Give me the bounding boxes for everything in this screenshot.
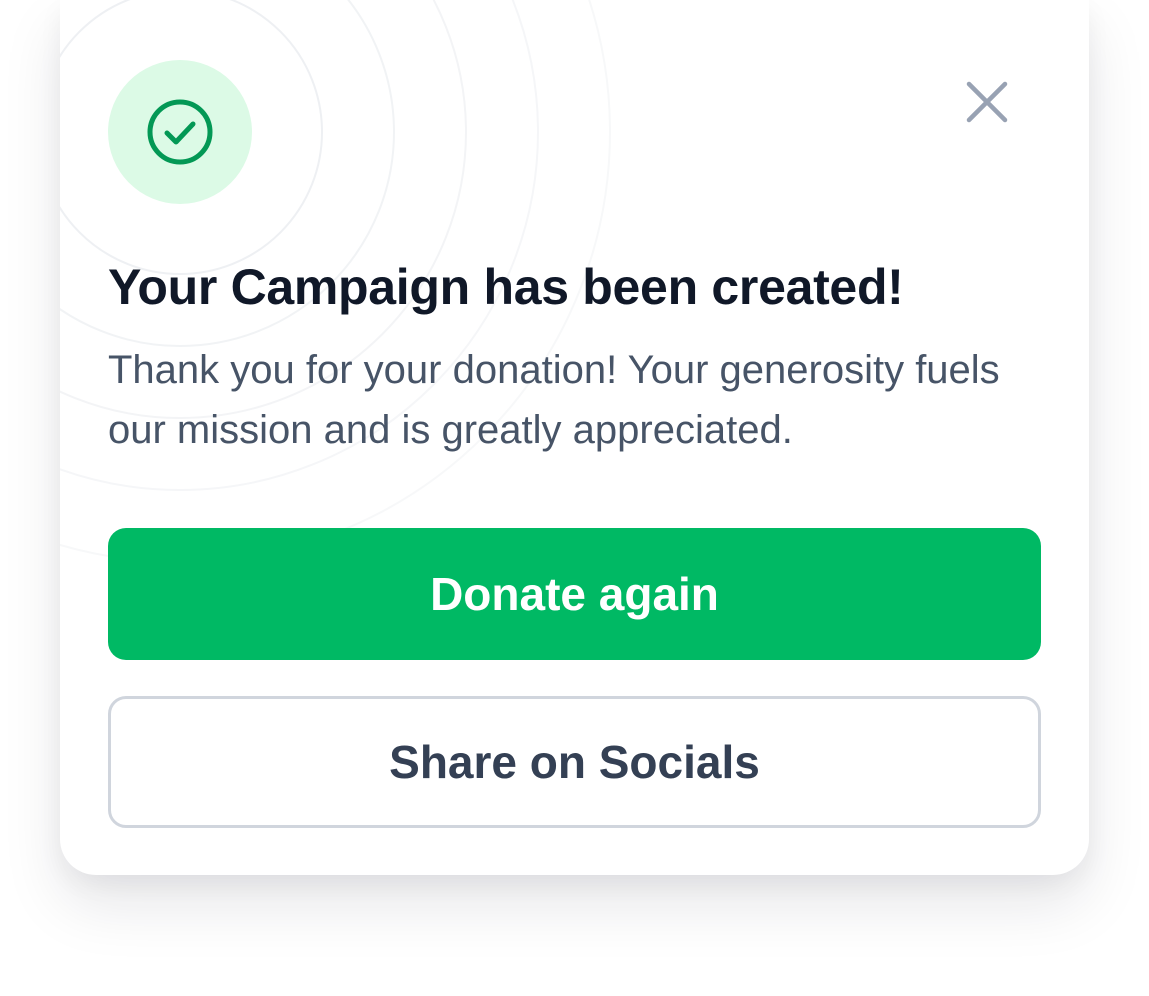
success-icon-badge xyxy=(108,60,252,204)
check-circle-icon xyxy=(147,99,213,165)
close-button[interactable] xyxy=(955,70,1019,134)
share-on-socials-button[interactable]: Share on Socials xyxy=(108,696,1041,828)
share-on-socials-label: Share on Socials xyxy=(389,736,760,788)
donate-again-label: Donate again xyxy=(430,568,719,620)
modal-title: Your Campaign has been created! xyxy=(108,259,904,315)
modal-message: Thank you for your donation! Your genero… xyxy=(108,348,1000,452)
donate-again-button[interactable]: Donate again xyxy=(108,528,1041,660)
close-icon xyxy=(966,81,1008,123)
success-modal: Your Campaign has been created! Thank yo… xyxy=(60,0,1089,875)
